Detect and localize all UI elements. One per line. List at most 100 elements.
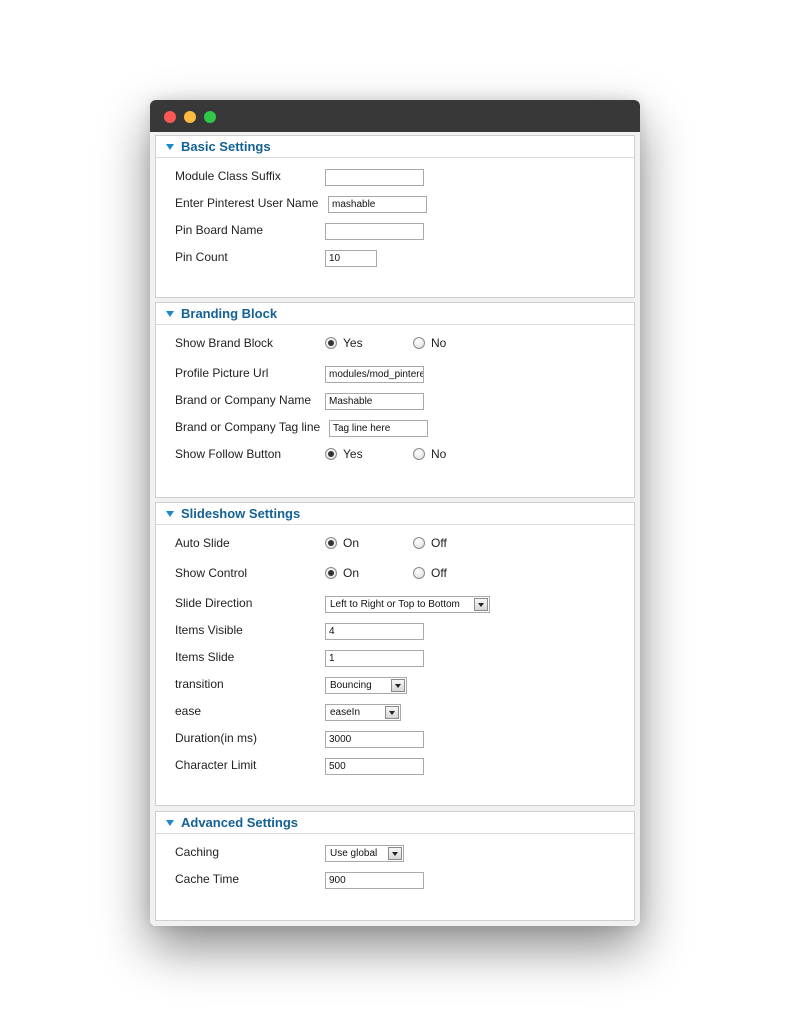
pin-count-row: Pin Count 10 (175, 250, 625, 270)
select-value: Use global (330, 848, 378, 859)
show-control-off-radio[interactable] (413, 567, 425, 579)
field-label: Pin Board Name (175, 223, 264, 237)
pinterest-user-input[interactable]: mashable (328, 196, 427, 213)
ease-select[interactable]: easeIn (325, 704, 401, 721)
show-brand-no-radio[interactable] (413, 337, 425, 349)
field-label: Character Limit (175, 758, 257, 772)
basic-settings-panel: Basic Settings Module Class Suffix Enter… (155, 135, 635, 298)
cache-time-row: Cache Time 900 (175, 872, 625, 892)
window-titlebar (150, 100, 640, 132)
select-value: easeIn (330, 707, 361, 718)
radio-label: No (431, 336, 447, 350)
dropdown-arrow-icon[interactable] (388, 847, 402, 860)
profile-picture-row: Profile Picture Url modules/mod_pinteres… (175, 366, 625, 386)
auto-slide-on-radio[interactable] (325, 537, 337, 549)
field-label: Pin Count (175, 250, 228, 264)
tag-line-row: Brand or Company Tag line Tag line here (175, 420, 625, 440)
pinterest-user-row: Enter Pinterest User Name mashable (175, 196, 625, 216)
pin-count-input[interactable]: 10 (325, 250, 377, 267)
slideshow-settings-panel: Slideshow Settings Auto Slide On Off Sho… (155, 502, 635, 806)
cache-time-input[interactable]: 900 (325, 872, 424, 889)
company-name-input[interactable]: Mashable (325, 393, 424, 410)
show-brand-block-row: Show Brand Block Yes No (175, 336, 625, 356)
radio-label: Yes (343, 336, 363, 350)
branding-block-header[interactable]: Branding Block (156, 303, 634, 325)
auto-slide-row: Auto Slide On Off (175, 536, 625, 556)
company-name-row: Brand or Company Name Mashable (175, 393, 625, 413)
app-window: Basic Settings Module Class Suffix Enter… (150, 100, 640, 926)
field-label: Brand or Company Name (175, 393, 312, 407)
field-label: Items Slide (175, 650, 235, 664)
transition-row: transition Bouncing (175, 677, 625, 697)
duration-input[interactable]: 3000 (325, 731, 424, 748)
items-slide-row: Items Slide 1 (175, 650, 625, 670)
dropdown-arrow-icon[interactable] (391, 679, 405, 692)
panel-title: Slideshow Settings (181, 506, 301, 521)
settings-content: Basic Settings Module Class Suffix Enter… (150, 132, 640, 926)
field-label: Cache Time (175, 872, 240, 886)
field-label: transition (175, 677, 224, 691)
collapse-arrow-icon (166, 311, 174, 317)
pin-board-input[interactable] (325, 223, 424, 240)
field-label: Profile Picture Url (175, 366, 269, 380)
auto-slide-off-radio[interactable] (413, 537, 425, 549)
field-label: Module Class Suffix (175, 169, 281, 183)
character-limit-input[interactable]: 500 (325, 758, 424, 775)
radio-label: Off (431, 566, 447, 580)
advanced-settings-panel: Advanced Settings Caching Use global Cac… (155, 811, 635, 921)
field-label: Show Control (175, 566, 248, 580)
items-slide-input[interactable]: 1 (325, 650, 424, 667)
field-label: Show Brand Block (175, 336, 274, 350)
dropdown-arrow-icon[interactable] (385, 706, 399, 719)
slideshow-settings-header[interactable]: Slideshow Settings (156, 503, 634, 525)
collapse-arrow-icon (166, 144, 174, 150)
basic-settings-header[interactable]: Basic Settings (156, 136, 634, 158)
radio-label: On (343, 566, 360, 580)
items-visible-row: Items Visible 4 (175, 623, 625, 643)
duration-row: Duration(in ms) 3000 (175, 731, 625, 751)
field-label: Auto Slide (175, 536, 230, 550)
profile-picture-url-input[interactable]: modules/mod_pinterest (325, 366, 424, 383)
module-class-suffix-input[interactable] (325, 169, 424, 186)
field-label: Items Visible (175, 623, 243, 637)
show-brand-yes-radio[interactable] (325, 337, 337, 349)
close-window-button[interactable] (164, 111, 176, 123)
select-value: Left to Right or Top to Bottom (330, 599, 460, 610)
caching-select[interactable]: Use global (325, 845, 404, 862)
items-visible-input[interactable]: 4 (325, 623, 424, 640)
branding-block-panel: Branding Block Show Brand Block Yes No P… (155, 302, 635, 498)
field-label: Show Follow Button (175, 447, 282, 461)
caching-row: Caching Use global (175, 845, 625, 865)
collapse-arrow-icon (166, 820, 174, 826)
panel-title: Advanced Settings (181, 815, 299, 830)
character-limit-row: Character Limit 500 (175, 758, 625, 778)
zoom-window-button[interactable] (204, 111, 216, 123)
field-label: Enter Pinterest User Name (175, 196, 319, 210)
panel-title: Basic Settings (181, 139, 271, 154)
slide-direction-select[interactable]: Left to Right or Top to Bottom (325, 596, 490, 613)
transition-select[interactable]: Bouncing (325, 677, 407, 694)
tag-line-input[interactable]: Tag line here (329, 420, 428, 437)
pin-board-row: Pin Board Name (175, 223, 625, 243)
show-control-on-radio[interactable] (325, 567, 337, 579)
select-value: Bouncing (330, 680, 372, 691)
ease-row: ease easeIn (175, 704, 625, 724)
field-label: ease (175, 704, 202, 718)
show-follow-no-radio[interactable] (413, 448, 425, 460)
radio-label: Yes (343, 447, 363, 461)
radio-label: On (343, 536, 360, 550)
show-control-row: Show Control On Off (175, 566, 625, 586)
module-class-suffix-row: Module Class Suffix (175, 169, 625, 189)
radio-label: Off (431, 536, 447, 550)
field-label: Caching (175, 845, 220, 859)
field-label: Duration(in ms) (175, 731, 258, 745)
field-label: Brand or Company Tag line (175, 420, 321, 434)
show-follow-yes-radio[interactable] (325, 448, 337, 460)
advanced-settings-header[interactable]: Advanced Settings (156, 812, 634, 834)
dropdown-arrow-icon[interactable] (474, 598, 488, 611)
show-follow-button-row: Show Follow Button Yes No (175, 447, 625, 467)
minimize-window-button[interactable] (184, 111, 196, 123)
field-label: Slide Direction (175, 596, 253, 610)
panel-title: Branding Block (181, 306, 278, 321)
slide-direction-row: Slide Direction Left to Right or Top to … (175, 596, 625, 616)
